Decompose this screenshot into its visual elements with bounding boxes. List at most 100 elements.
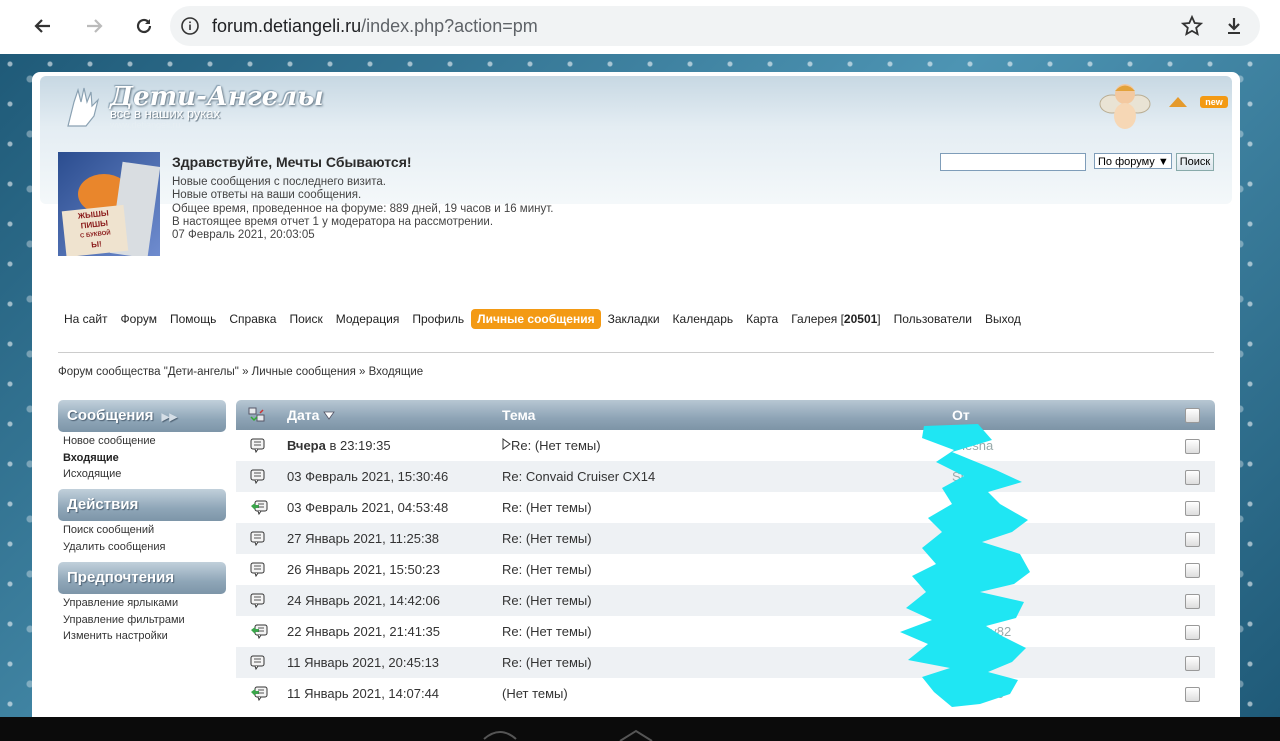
message-checkbox[interactable] <box>1185 563 1200 578</box>
message-subject-link[interactable]: Re: (Нет темы) <box>502 593 592 608</box>
message-subject-link[interactable]: Re: (Нет темы) <box>502 438 601 453</box>
download-icon[interactable] <box>1218 10 1250 42</box>
read-message-icon <box>250 655 266 674</box>
browser-toolbar: forum.detiangeli.ru/index.php?action=pm <box>0 0 1280 54</box>
message-checkbox[interactable] <box>1185 625 1200 640</box>
replied-message-icon <box>250 624 268 643</box>
search-button[interactable]: Поиск <box>1176 153 1214 171</box>
address-bar[interactable]: forum.detiangeli.ru/index.php?action=pm <box>170 6 1260 46</box>
table-row[interactable]: Вчера в 23:19:35Re: (Нет темы)Olesha <box>236 430 1215 461</box>
sidebar-item-filters[interactable]: Управление фильтрами <box>63 612 185 629</box>
messages-table: Дата Тема От Вчера в 23:19:35 Re: (Нет те… <box>236 400 1215 709</box>
menu-item-map[interactable]: Карта <box>740 309 784 329</box>
angel-mascot-icon <box>1099 84 1151 129</box>
sidebar-item-search-messages[interactable]: Поиск сообщений <box>63 522 165 539</box>
sort-desc-icon[interactable] <box>323 411 336 420</box>
sidebar-item-delete-messages[interactable]: Удалить сообщения <box>63 539 165 556</box>
table-row[interactable]: 11 Январь 2021, 14:07:44(Нет темы)sochi3… <box>236 678 1215 709</box>
select-all-checkbox[interactable] <box>1185 408 1200 423</box>
message-checkbox[interactable] <box>1185 656 1200 671</box>
read-message-icon <box>250 438 266 457</box>
message-date: 26 Январь 2021, 15:50:23 <box>287 562 440 577</box>
sidebar-actions-links: Поиск сообщений Удалить сообщения <box>63 522 165 555</box>
message-checkbox[interactable] <box>1185 687 1200 702</box>
menu-item-users[interactable]: Пользователи <box>888 309 978 329</box>
search-scope-select[interactable]: По форуму ▼ <box>1094 153 1172 169</box>
message-subject-link[interactable]: Re: (Нет темы) <box>502 624 592 639</box>
sidebar-item-labels[interactable]: Управление ярлыками <box>63 595 185 612</box>
status-column-icon[interactable] <box>248 407 266 426</box>
message-checkbox[interactable] <box>1185 594 1200 609</box>
menu-item-gallery[interactable]: Галерея [20501] <box>785 309 886 329</box>
message-date: 03 Февраль 2021, 15:30:46 <box>287 469 449 484</box>
menu-item-profile[interactable]: Профиль <box>406 309 470 329</box>
message-subject-link[interactable]: Re: (Нет темы) <box>502 500 592 515</box>
search-input[interactable] <box>940 153 1086 171</box>
sidebar-item-new-message[interactable]: Новое сообщение <box>63 433 156 450</box>
read-message-icon <box>250 531 266 550</box>
logo-subtitle: все в наших руках <box>110 106 221 121</box>
menu-item-messages[interactable]: Личные сообщения <box>471 309 601 329</box>
sidebar-item-outbox[interactable]: Исходящие <box>63 466 156 483</box>
back-arrow-icon[interactable] <box>27 10 59 42</box>
message-subject-link[interactable]: Re: (Нет темы) <box>502 531 592 546</box>
message-checkbox[interactable] <box>1185 532 1200 547</box>
from-column-header[interactable]: От <box>952 407 970 423</box>
sidebar-item-inbox[interactable]: Входящие <box>63 450 156 467</box>
menu-item-help[interactable]: Помощь <box>164 309 222 329</box>
redaction-scribble <box>900 424 1030 707</box>
breadcrumb-forum[interactable]: Форум сообщества "Дети-ангелы" <box>58 366 239 378</box>
date-column-header[interactable]: Дата <box>287 407 336 423</box>
main-menu: На сайт Форум Помощь Справка Поиск Модер… <box>58 309 1028 329</box>
breadcrumb-inbox[interactable]: Входящие <box>369 366 424 378</box>
collapse-triangle-icon[interactable] <box>1168 96 1188 108</box>
message-checkbox[interactable] <box>1185 501 1200 516</box>
time-online: Общее время, проведенное на форуме: 889 … <box>172 202 554 215</box>
menu-item-logout[interactable]: Выход <box>979 309 1027 329</box>
table-row[interactable]: 11 Январь 2021, 20:45:13Re: (Нет темы)NA… <box>236 647 1215 678</box>
bookmark-star-icon[interactable] <box>1176 10 1208 42</box>
sidebar-preferences-links: Управление ярлыками Управление фильтрами… <box>63 595 185 645</box>
table-row[interactable]: 24 Январь 2021, 14:42:06Re: (Нет темы)Sh… <box>236 585 1215 616</box>
message-checkbox[interactable] <box>1185 439 1200 454</box>
forward-arrow-icon[interactable] <box>78 10 110 42</box>
table-row[interactable]: 22 Январь 2021, 21:41:35Re: (Нет темы)Ch… <box>236 616 1215 647</box>
table-row[interactable]: 03 Февраль 2021, 15:30:46 Re: Convaid Cru… <box>236 461 1215 492</box>
table-row[interactable]: 03 Февраль 2021, 04:53:48Re: (Нет темы)Ф… <box>236 492 1215 523</box>
table-row[interactable]: 26 Январь 2021, 15:50:23Re: (Нет темы)Ин… <box>236 554 1215 585</box>
menu-item-site[interactable]: На сайт <box>58 309 114 329</box>
info-icon[interactable] <box>181 17 199 35</box>
sidebar-messages-links: Новое сообщение Входящие Исходящие <box>63 433 156 483</box>
message-subject-link[interactable]: (Нет темы) <box>502 686 568 701</box>
menu-item-search[interactable]: Поиск <box>283 309 328 329</box>
subject-column-header[interactable]: Тема <box>502 407 535 423</box>
reload-icon[interactable] <box>128 10 160 42</box>
message-date: 11 Январь 2021, 20:45:13 <box>287 655 440 670</box>
table-row[interactable]: 27 Январь 2021, 11:25:38Re: (Нет темы)NA… <box>236 523 1215 554</box>
breadcrumb-pm[interactable]: Личные сообщения <box>252 366 356 378</box>
menu-item-forum[interactable]: Форум <box>115 309 163 329</box>
android-home-icon[interactable] <box>616 729 656 741</box>
user-avatar: ЖЫШЫ ПИШЫ С БУКВОЙ Ы! <box>58 152 160 256</box>
menu-item-bookmarks[interactable]: Закладки <box>602 309 666 329</box>
replied-message-icon <box>250 500 268 519</box>
sidebar-header-messages: Сообщения ▶▶ <box>58 400 226 432</box>
message-checkbox[interactable] <box>1185 470 1200 485</box>
moderation-report[interactable]: В настоящее время отчет 1 у модератора н… <box>172 216 553 229</box>
unread-pointer-icon <box>502 438 511 453</box>
android-navigation-bar <box>0 717 1280 741</box>
new-replies-link[interactable]: Новые ответы на ваши сообщения. <box>172 189 553 202</box>
sidebar-item-settings[interactable]: Изменить настройки <box>63 628 185 645</box>
table-header: Дата Тема От <box>236 400 1215 430</box>
android-back-icon[interactable] <box>480 729 520 741</box>
message-subject-link[interactable]: Re: (Нет темы) <box>502 655 592 670</box>
double-arrow-icon[interactable]: ▶▶ <box>162 412 177 423</box>
message-date: 22 Январь 2021, 21:41:35 <box>287 624 440 639</box>
message-subject-link[interactable]: Re: Convaid Cruiser CX14 <box>502 469 655 484</box>
menu-item-moderation[interactable]: Модерация <box>330 309 406 329</box>
menu-item-reference[interactable]: Справка <box>223 309 282 329</box>
menu-item-calendar[interactable]: Календарь <box>667 309 740 329</box>
current-datetime: 07 Февраль 2021, 20:03:05 <box>172 229 315 242</box>
new-messages-link[interactable]: Новые сообщения с последнего визита. <box>172 176 553 189</box>
message-subject-link[interactable]: Re: (Нет темы) <box>502 562 592 577</box>
